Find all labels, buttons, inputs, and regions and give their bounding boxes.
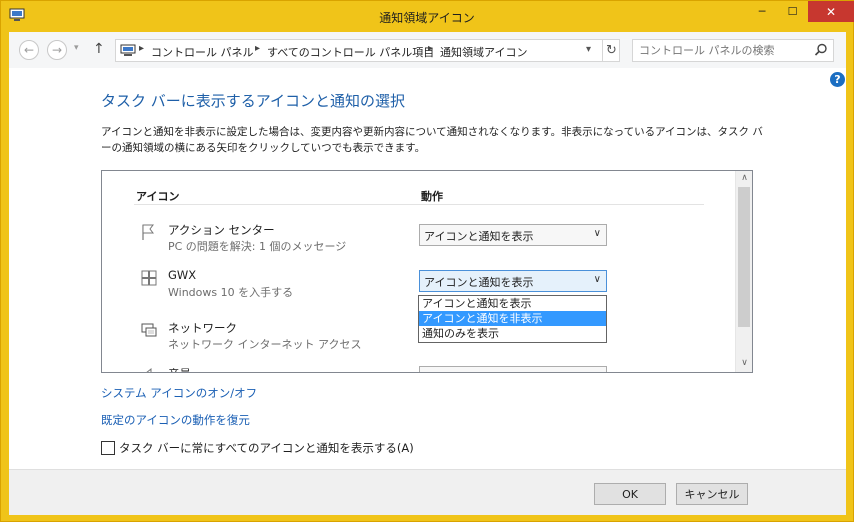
flag-icon xyxy=(142,224,154,240)
dropdown-option-highlighted[interactable]: アイコンと通知を非表示 xyxy=(419,311,606,326)
maximize-button[interactable]: ☐ xyxy=(779,1,806,22)
breadcrumb-separator[interactable]: ▸ xyxy=(255,43,260,54)
ok-button[interactable]: OK xyxy=(594,483,666,505)
row-name: アクション センター xyxy=(168,223,275,237)
vertical-scrollbar[interactable]: ∧ ∨ xyxy=(735,171,752,372)
window-title: 通知領域アイコン xyxy=(379,11,475,25)
always-show-checkbox[interactable] xyxy=(101,441,115,455)
navigation-bar: ← → ▾ ↑ ▸ コントロール パネル ▸ すべてのコントロール パネル項目 … xyxy=(9,32,846,68)
windows-logo-icon xyxy=(141,270,157,286)
breadcrumb-all-items[interactable]: すべてのコントロール パネル項目 xyxy=(267,44,434,60)
cancel-button[interactable]: キャンセル xyxy=(676,483,748,505)
close-button[interactable]: ✕ xyxy=(808,1,854,22)
back-button[interactable]: ← xyxy=(19,40,39,60)
help-icon[interactable]: ? xyxy=(830,72,845,87)
breadcrumb-control-panel[interactable]: コントロール パネル xyxy=(151,44,254,60)
list-item: アクション センター PC の問題を解決: 1 個のメッセージ アイコンと通知を… xyxy=(102,217,732,261)
behavior-select[interactable]: アイコンと通知を表示 ∨ xyxy=(419,270,607,292)
speaker-icon xyxy=(146,367,152,372)
column-header-icon: アイコン xyxy=(136,190,180,203)
network-icon xyxy=(141,323,157,337)
search-icon[interactable] xyxy=(814,43,828,57)
chevron-down-icon: ∨ xyxy=(593,228,601,239)
breadcrumb-separator[interactable]: ▸ xyxy=(428,43,433,54)
select-value: アイコンと通知を表示 xyxy=(424,230,534,243)
behavior-select[interactable]: アイコンと通知を表示 ∨ xyxy=(419,224,607,246)
list-item: 音量 xyxy=(102,361,732,372)
page-title: タスク バーに表示するアイコンと通知の選択 xyxy=(101,92,406,110)
search-input[interactable] xyxy=(633,40,813,61)
window: 通知領域アイコン ─ ☐ ✕ ← → ▾ ↑ ▸ コントロール パネル ▸ すべ… xyxy=(0,0,854,522)
behavior-select[interactable] xyxy=(419,366,607,372)
row-subtitle: ネットワーク インターネット アクセス xyxy=(168,338,362,351)
recent-locations-dropdown[interactable]: ▾ xyxy=(74,43,79,53)
up-button[interactable]: ↑ xyxy=(93,41,105,57)
header-divider xyxy=(134,204,704,205)
breadcrumb-notification-area-icons[interactable]: 通知領域アイコン xyxy=(440,44,527,60)
behavior-dropdown-list[interactable]: アイコンと通知を表示 アイコンと通知を非表示 通知のみを表示 xyxy=(418,295,607,343)
forward-button[interactable]: → xyxy=(47,40,67,60)
page-description: アイコンと通知を非表示に設定した場合は、変更内容や更新内容について通知されなくな… xyxy=(101,126,763,154)
scroll-down-icon[interactable]: ∨ xyxy=(736,358,752,370)
minimize-button[interactable]: ─ xyxy=(748,1,776,22)
control-panel-icon xyxy=(120,44,136,56)
scroll-up-icon[interactable]: ∧ xyxy=(736,173,752,185)
select-value: アイコンと通知を表示 xyxy=(424,276,534,289)
dialog-footer: OK キャンセル xyxy=(9,469,846,515)
system-icons-link[interactable]: システム アイコンのオン/オフ xyxy=(101,385,257,401)
row-name: ネットワーク xyxy=(168,321,237,335)
address-history-chevron-icon[interactable]: ▾ xyxy=(586,44,591,55)
row-subtitle: Windows 10 を入手する xyxy=(168,286,294,299)
list-item: ネットワーク ネットワーク インターネット アクセス xyxy=(102,315,732,359)
list-item: GWX Windows 10 を入手する アイコンと通知を表示 ∨ xyxy=(102,263,732,307)
breadcrumb-separator[interactable]: ▸ xyxy=(139,43,144,54)
always-show-checkbox-label[interactable]: タスク バーに常にすべてのアイコンと通知を表示する(A) xyxy=(119,440,414,456)
dropdown-option[interactable]: アイコンと通知を表示 xyxy=(419,296,606,311)
search-box[interactable] xyxy=(632,39,834,62)
scrollbar-thumb[interactable] xyxy=(738,187,750,327)
row-name: 音量 xyxy=(168,366,191,372)
row-subtitle: PC の問題を解決: 1 個のメッセージ xyxy=(168,240,347,253)
window-client-area: ← → ▾ ↑ ▸ コントロール パネル ▸ すべてのコントロール パネル項目 … xyxy=(9,32,846,515)
dropdown-option[interactable]: 通知のみを表示 xyxy=(419,326,606,341)
chevron-down-icon: ∨ xyxy=(593,274,601,285)
title-bar[interactable]: 通知領域アイコン ─ ☐ ✕ xyxy=(1,1,854,32)
restore-default-link[interactable]: 既定のアイコンの動作を復元 xyxy=(101,412,250,428)
row-name: GWX xyxy=(168,268,197,282)
address-bar[interactable]: ▸ コントロール パネル ▸ すべてのコントロール パネル項目 ▸ 通知領域アイ… xyxy=(115,39,620,62)
column-header-action: 動作 xyxy=(421,190,443,203)
refresh-button[interactable]: ↻ xyxy=(602,40,620,61)
